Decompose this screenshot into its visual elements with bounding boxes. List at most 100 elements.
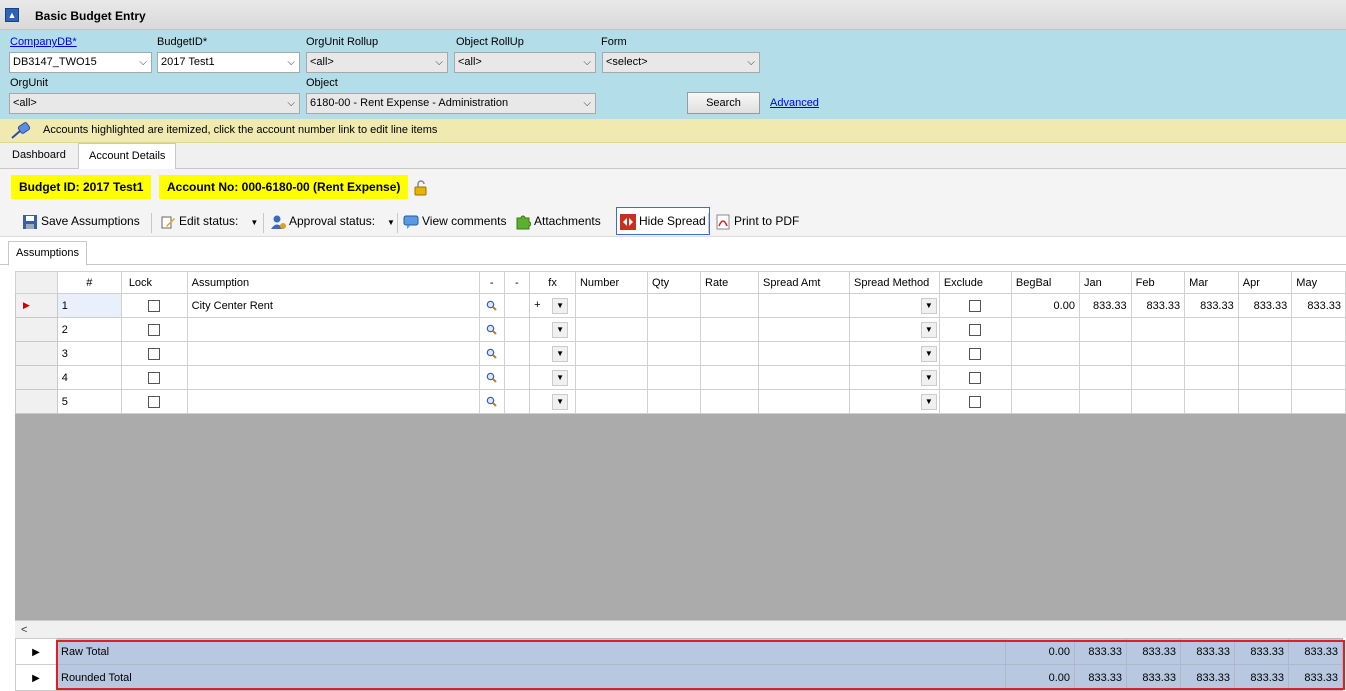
blank-cell[interactable] bbox=[503, 293, 531, 318]
qty-cell[interactable] bbox=[647, 317, 701, 342]
fx-cell[interactable]: ▼ bbox=[529, 341, 576, 366]
lock-checkbox[interactable] bbox=[148, 323, 161, 336]
column-header[interactable]: Apr bbox=[1237, 271, 1293, 294]
rate-cell[interactable] bbox=[700, 365, 759, 390]
row-number-cell[interactable]: 3 bbox=[56, 341, 122, 366]
collapse-up-icon[interactable]: ▲ bbox=[5, 8, 19, 22]
month-cell[interactable] bbox=[1237, 317, 1293, 342]
column-header[interactable]: Jan bbox=[1078, 271, 1132, 294]
rate-cell[interactable] bbox=[700, 389, 759, 414]
column-header[interactable]: BegBal bbox=[1010, 271, 1080, 294]
column-header[interactable]: # bbox=[56, 271, 122, 294]
begbal-cell[interactable] bbox=[1010, 389, 1080, 414]
month-cell[interactable] bbox=[1184, 365, 1239, 390]
fx-dropdown-icon[interactable]: ▼ bbox=[552, 369, 569, 386]
exclude-checkbox[interactable] bbox=[969, 347, 982, 360]
month-cell[interactable] bbox=[1078, 365, 1132, 390]
lock-checkbox[interactable] bbox=[148, 371, 161, 384]
row-number-cell[interactable]: 1 bbox=[56, 293, 122, 318]
fx-cell[interactable]: ▼ bbox=[529, 317, 576, 342]
tab-assumptions[interactable]: Assumptions bbox=[8, 241, 87, 266]
column-header[interactable]: Spread Amt bbox=[757, 271, 851, 294]
month-cell[interactable]: 833.33 bbox=[1078, 293, 1132, 318]
edit-status-dropdown[interactable]: Edit status: ▼ bbox=[160, 210, 258, 234]
spread-method-cell[interactable]: ▼ bbox=[849, 365, 940, 390]
orgunit-rollup-select[interactable]: <all> ⌵ bbox=[306, 52, 448, 73]
row-header[interactable] bbox=[15, 317, 58, 342]
rate-cell[interactable] bbox=[700, 341, 759, 366]
month-cell[interactable] bbox=[1291, 341, 1346, 366]
expand-row-icon[interactable]: ▶ bbox=[15, 638, 57, 665]
companydb-select[interactable]: DB3147_TWO15 ⌵ bbox=[9, 52, 152, 73]
lookup-cell[interactable] bbox=[478, 293, 505, 318]
row-header[interactable] bbox=[15, 389, 58, 414]
assumption-cell[interactable] bbox=[186, 341, 480, 366]
scroll-left-icon[interactable]: < bbox=[21, 624, 27, 636]
fx-dropdown-icon[interactable]: ▼ bbox=[552, 321, 569, 338]
month-cell[interactable] bbox=[1130, 389, 1186, 414]
spread-method-cell[interactable]: ▼ bbox=[849, 317, 940, 342]
blank-cell[interactable] bbox=[503, 365, 531, 390]
qty-cell[interactable] bbox=[647, 389, 701, 414]
exclude-cell[interactable] bbox=[938, 317, 1012, 342]
table-row[interactable]: 2 ▼ ▼ bbox=[15, 317, 1346, 342]
spread-amt-cell[interactable] bbox=[757, 389, 851, 414]
column-header[interactable]: Lock bbox=[120, 271, 188, 294]
column-header[interactable]: - bbox=[503, 271, 531, 294]
spread-method-cell[interactable]: ▼ bbox=[849, 293, 940, 318]
begbal-cell[interactable] bbox=[1010, 341, 1080, 366]
rate-cell[interactable] bbox=[700, 293, 759, 318]
column-header[interactable]: fx bbox=[529, 271, 576, 294]
column-header[interactable]: - bbox=[478, 271, 505, 294]
fx-dropdown-icon[interactable]: ▼ bbox=[552, 393, 569, 410]
lookup-cell[interactable] bbox=[478, 317, 505, 342]
assumption-cell[interactable] bbox=[186, 365, 480, 390]
assumption-cell[interactable] bbox=[186, 317, 480, 342]
month-cell[interactable] bbox=[1078, 317, 1132, 342]
search-button[interactable]: Search bbox=[687, 92, 760, 114]
number-cell[interactable] bbox=[574, 341, 649, 366]
magnifier-icon[interactable] bbox=[486, 324, 497, 335]
approval-status-dropdown[interactable]: Approval status: ▼ bbox=[270, 210, 395, 234]
spread-method-dropdown-icon[interactable]: ▼ bbox=[920, 321, 937, 338]
table-row[interactable]: 3 ▼ ▼ bbox=[15, 341, 1346, 366]
month-cell[interactable] bbox=[1130, 341, 1186, 366]
horizontal-scrollbar[interactable]: < bbox=[15, 620, 1346, 638]
form-select[interactable]: <select> ⌵ bbox=[602, 52, 760, 73]
table-row[interactable]: 5 ▼ ▼ bbox=[15, 389, 1346, 414]
month-cell[interactable] bbox=[1237, 365, 1293, 390]
row-header[interactable] bbox=[15, 365, 58, 390]
blank-cell[interactable] bbox=[503, 341, 531, 366]
exclude-checkbox[interactable] bbox=[969, 395, 982, 408]
spread-method-cell[interactable]: ▼ bbox=[849, 389, 940, 414]
spread-amt-cell[interactable] bbox=[757, 317, 851, 342]
row-number-cell[interactable]: 4 bbox=[56, 365, 122, 390]
column-header[interactable]: May bbox=[1291, 271, 1346, 294]
month-cell[interactable] bbox=[1078, 341, 1132, 366]
row-header[interactable] bbox=[15, 341, 58, 366]
magnifier-icon[interactable] bbox=[486, 300, 497, 311]
table-row[interactable]: 4 ▼ ▼ bbox=[15, 365, 1346, 390]
spread-method-dropdown-icon[interactable]: ▼ bbox=[920, 393, 937, 410]
lock-cell[interactable] bbox=[120, 317, 188, 342]
month-cell[interactable] bbox=[1291, 389, 1346, 414]
exclude-cell[interactable] bbox=[938, 365, 1012, 390]
begbal-cell[interactable] bbox=[1010, 317, 1080, 342]
spread-method-dropdown-icon[interactable]: ▼ bbox=[920, 345, 937, 362]
spread-method-dropdown-icon[interactable]: ▼ bbox=[920, 369, 937, 386]
column-header[interactable]: Exclude bbox=[938, 271, 1012, 294]
spread-amt-cell[interactable] bbox=[757, 293, 851, 318]
column-header[interactable]: Spread Method bbox=[849, 271, 940, 294]
object-select[interactable]: 6180-00 - Rent Expense - Administration ⌵ bbox=[306, 93, 596, 114]
month-cell[interactable]: 833.33 bbox=[1130, 293, 1186, 318]
tab-dashboard[interactable]: Dashboard bbox=[2, 143, 76, 169]
spread-method-cell[interactable]: ▼ bbox=[849, 341, 940, 366]
save-assumptions-button[interactable]: Save Assumptions bbox=[22, 210, 140, 234]
magnifier-icon[interactable] bbox=[486, 372, 497, 383]
account-no-badge[interactable]: Account No: 000-6180-00 (Rent Expense) bbox=[159, 175, 409, 199]
hide-spread-button[interactable]: Hide Spread bbox=[616, 207, 710, 235]
lock-cell[interactable] bbox=[120, 341, 188, 366]
exclude-checkbox[interactable] bbox=[969, 299, 982, 312]
object-rollup-select[interactable]: <all> ⌵ bbox=[454, 52, 596, 73]
blank-cell[interactable] bbox=[503, 389, 531, 414]
